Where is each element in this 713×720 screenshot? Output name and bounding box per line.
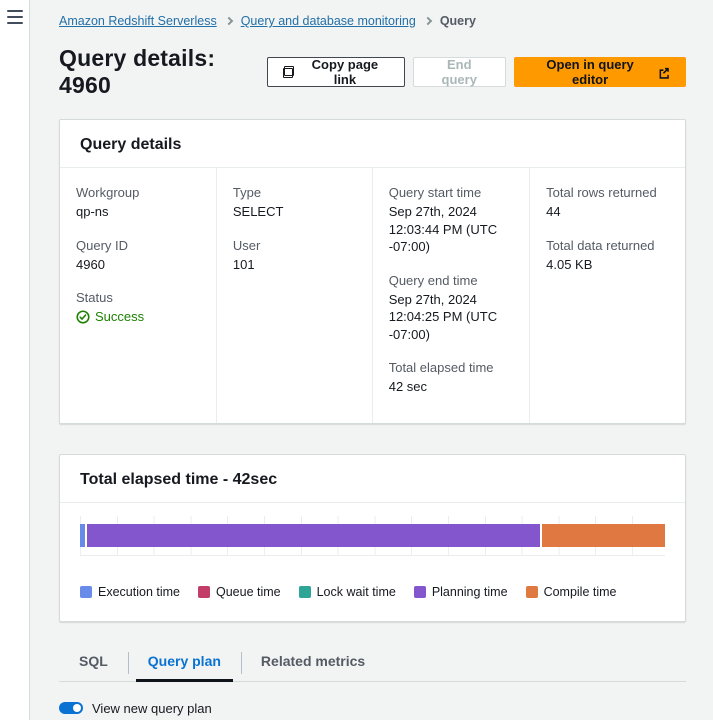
legend-item[interactable]: Compile time [526,585,617,599]
view-new-query-plan-row: View new query plan [59,701,686,716]
copy-icon [283,66,294,78]
total-elapsed-time-value: 42 sec [389,378,511,396]
bar-segment-execution-time [80,524,85,547]
copy-page-link-button[interactable]: Copy page link [267,57,405,87]
breadcrumb-link-redshift-serverless[interactable]: Amazon Redshift Serverless [59,14,217,28]
query-id-value: 4960 [76,256,198,274]
tab-query-plan[interactable]: Query plan [128,645,241,681]
success-check-icon [76,310,90,324]
menu-icon[interactable] [7,10,23,24]
legend-swatch-icon [526,586,538,598]
query-details-title: Query details [80,136,181,154]
chevron-right-icon [424,17,432,25]
toggle-label: View new query plan [92,701,212,716]
elapsed-bar [80,524,665,547]
legend-label: Queue time [216,585,281,599]
bar-segment-compile-time [542,524,665,547]
total-rows-returned-value: 44 [546,203,667,221]
field-label: Total data returned [546,238,667,253]
field-label: Total elapsed time [389,360,511,375]
legend-swatch-icon [80,586,92,598]
legend-label: Planning time [432,585,508,599]
legend-item[interactable]: Queue time [198,585,281,599]
type-value: SELECT [233,203,354,221]
query-details-column-3: Query start time Sep 27th, 2024 12:03:44 … [372,168,529,423]
page: Amazon Redshift Serverless Query and dat… [0,0,713,720]
collapsed-sidebar [0,0,30,720]
breadcrumb: Amazon Redshift Serverless Query and dat… [59,14,686,28]
query-details-card: Query details Workgroup qp-ns Query ID 496… [59,119,686,424]
tab-related-metrics[interactable]: Related metrics [241,645,385,681]
chart-legend: Execution time Queue time Lock wait time Pl… [80,585,665,599]
main-content: Amazon Redshift Serverless Query and dat… [30,0,713,720]
copy-page-link-label: Copy page link [301,57,389,87]
breadcrumb-current: Query [440,14,476,28]
query-details-card-header: Query details [60,120,685,168]
legend-swatch-icon [414,586,426,598]
end-query-label: End query [429,57,490,87]
query-details-column-2: Type SELECT User 101 [216,168,372,423]
tabs: SQL Query plan Related metrics [59,645,686,682]
user-value: 101 [233,256,354,274]
query-start-time-value: Sep 27th, 2024 12:03:44 PM (UTC -07:00) [389,203,511,256]
field-label: Type [233,185,354,200]
field-label: User [233,238,354,253]
elapsed-time-card-header: Total elapsed time - 42sec [60,455,685,503]
page-header: Query details: 4960 Copy page link End q… [59,45,686,99]
chevron-right-icon [224,17,232,25]
query-details-column-4: Total rows returned 44 Total data returne… [529,168,685,423]
legend-label: Lock wait time [317,585,396,599]
elapsed-time-chart: Execution time Queue time Lock wait time Pl… [60,503,685,621]
field-label: Workgroup [76,185,198,200]
page-title: Query details: 4960 [59,45,267,99]
field-label: Status [76,290,198,305]
field-label: Query start time [389,185,511,200]
view-new-query-plan-toggle[interactable] [59,702,83,714]
elapsed-time-title: Total elapsed time - 42sec [80,471,277,489]
query-details-grid: Workgroup qp-ns Query ID 4960 Status Succe… [60,168,685,423]
tab-sql[interactable]: SQL [59,645,128,681]
chart-plot-area [80,516,665,556]
status-badge: Success [76,308,144,326]
breadcrumb-link-query-monitoring[interactable]: Query and database monitoring [241,14,416,28]
field-label: Query end time [389,273,511,288]
open-in-query-editor-button[interactable]: Open in query editor [514,57,686,87]
end-query-button[interactable]: End query [413,57,506,87]
workgroup-value: qp-ns [76,203,198,221]
external-link-icon [658,66,670,79]
open-in-query-editor-label: Open in query editor [530,57,651,87]
legend-label: Compile time [544,585,617,599]
legend-label: Execution time [98,585,180,599]
header-actions: Copy page link End query Open in query e… [267,57,687,87]
query-end-time-value: Sep 27th, 2024 12:04:25 PM (UTC -07:00) [389,291,511,344]
query-details-column-1: Workgroup qp-ns Query ID 4960 Status Succe… [60,168,216,423]
total-data-returned-value: 4.05 KB [546,256,667,274]
status-text: Success [95,308,144,326]
field-label: Total rows returned [546,185,667,200]
legend-swatch-icon [198,586,210,598]
legend-item[interactable]: Execution time [80,585,180,599]
bar-segment-planning-time [87,524,540,547]
legend-swatch-icon [299,586,311,598]
toggle-knob [73,704,81,712]
legend-item[interactable]: Lock wait time [299,585,396,599]
field-label: Query ID [76,238,198,253]
legend-item[interactable]: Planning time [414,585,508,599]
elapsed-time-card: Total elapsed time - 42sec Execution tim… [59,454,686,622]
